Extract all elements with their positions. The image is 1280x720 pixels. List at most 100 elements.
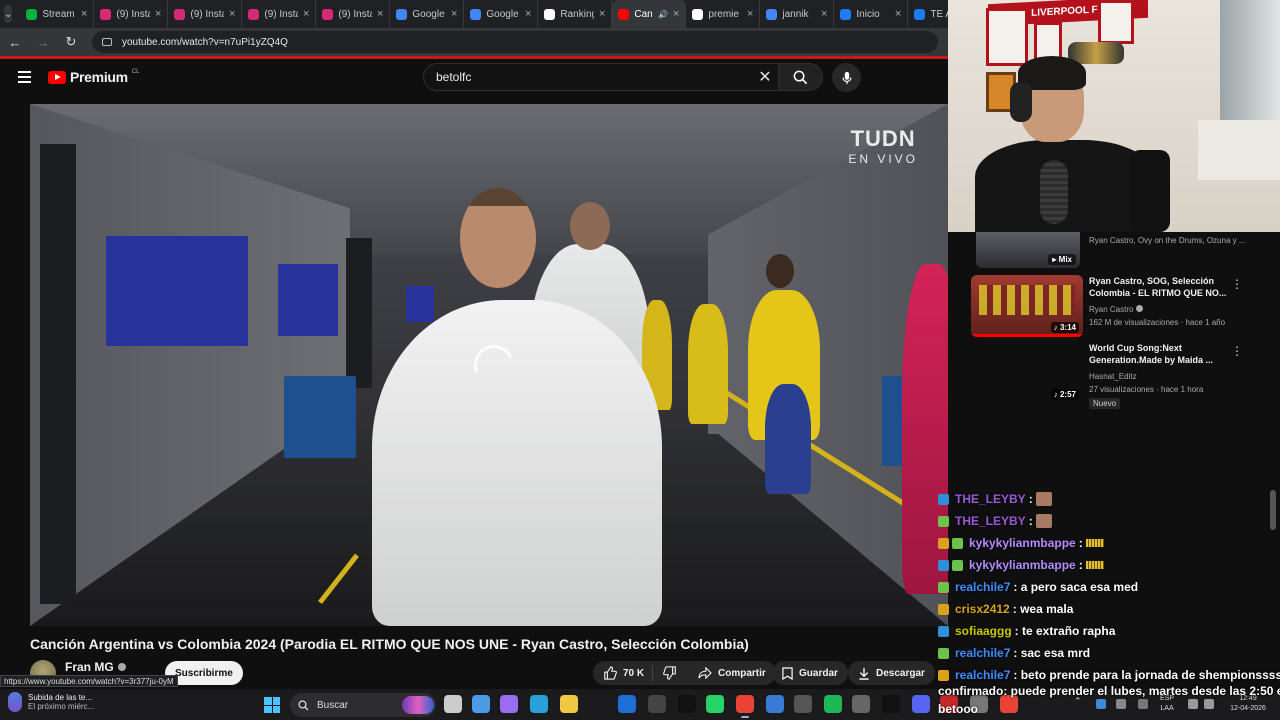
start-menu-icon[interactable] <box>264 697 280 713</box>
browser-tab[interactable]: Google × <box>464 0 539 28</box>
download-button[interactable]: Descargar <box>848 661 935 685</box>
menu-icon[interactable] <box>18 71 31 83</box>
address-bar[interactable]: youtube.com/watch?v=n7uPi1yZQ4Q <box>92 31 938 53</box>
tab-close-icon[interactable]: × <box>229 8 235 20</box>
like-button[interactable]: 70 K <box>593 665 654 681</box>
browser-tab[interactable]: (9) Insta × <box>168 0 243 28</box>
copilot-icon[interactable] <box>500 695 518 713</box>
voice-search-button[interactable] <box>832 63 861 92</box>
more-actions-icon[interactable]: ⋮ <box>1231 277 1243 291</box>
recommendation-item[interactable]: ♪ 3:14 Ryan Castro, SOG, Selección Colom… <box>971 275 1271 339</box>
clear-search-icon[interactable]: ✕ <box>752 67 778 87</box>
browser-tab[interactable]: premie × <box>686 0 761 28</box>
save-button[interactable]: Guardar <box>772 661 848 685</box>
chat-username[interactable]: realchile7 <box>955 580 1010 594</box>
browser-tab[interactable]: Can 🔊 × <box>612 0 687 28</box>
obs-icon[interactable] <box>648 695 666 713</box>
task-view-icon[interactable] <box>444 695 462 713</box>
tab-close-icon[interactable]: × <box>451 8 457 20</box>
video-player[interactable]: TUDN EN VIVO <box>30 104 948 626</box>
video-scene-bin <box>284 376 356 458</box>
tab-close-icon[interactable]: × <box>303 8 309 20</box>
recommendation-title[interactable]: Ryan Castro, SOG, Selección Colombia - E… <box>1089 275 1239 299</box>
browser-tab[interactable]: (9) Insta × <box>242 0 317 28</box>
tray-app-icon[interactable] <box>1096 699 1106 709</box>
new-badge: Nuevo <box>1089 398 1121 409</box>
chat-message-overlay: betooo <box>938 702 978 716</box>
chat-username[interactable]: realchile7 <box>955 646 1010 660</box>
tab-close-icon[interactable]: × <box>81 8 87 20</box>
volume-icon[interactable] <box>1204 699 1214 709</box>
tudn-live-label: EN VIVO <box>848 152 918 166</box>
search-button[interactable] <box>778 64 822 90</box>
chat-username[interactable]: sofiaaggg <box>955 624 1012 638</box>
app-icon[interactable] <box>766 695 784 713</box>
chat-username[interactable]: crisx2412 <box>955 602 1010 616</box>
browser-tab[interactable]: (9) Insta × <box>94 0 169 28</box>
app-icon[interactable] <box>794 695 812 713</box>
chat-scrollbar[interactable] <box>1270 490 1276 530</box>
tab-close-icon[interactable]: × <box>377 8 383 20</box>
microphone-tray-icon[interactable] <box>1138 699 1148 709</box>
taskbar-notification[interactable]: Subida de las te... El próximo miérc... <box>8 692 94 712</box>
tab-audio-icon[interactable]: 🔊 <box>658 10 668 19</box>
recommendation-channel[interactable]: Ryan Castro <box>1089 305 1143 314</box>
chat-username[interactable]: kykykylianmbappe <box>969 536 1076 550</box>
tab-close-icon[interactable]: × <box>155 8 161 20</box>
tiktok-icon[interactable] <box>882 695 900 713</box>
channel-name[interactable]: Fran MG <box>65 660 126 674</box>
chrome-icon[interactable] <box>736 695 754 718</box>
notification-title: Subida de las te... <box>28 693 93 702</box>
whatsapp-icon[interactable] <box>706 695 724 713</box>
tab-close-icon[interactable]: × <box>599 8 605 20</box>
video-scene-door <box>40 144 76 604</box>
recommendation-title[interactable]: World Cup Song:Next Generation.Made by M… <box>1089 342 1239 366</box>
browser-tab-strip: ⌄ Stream × (9) Insta × (9) Insta × (9) Insta ×(… <box>0 0 983 28</box>
chat-username[interactable]: THE_LEYBY <box>955 514 1026 528</box>
chat-username[interactable]: realchile7 <box>955 668 1010 682</box>
widgets-icon[interactable] <box>472 695 490 713</box>
tiktok-icon[interactable] <box>678 695 696 713</box>
edge-icon[interactable] <box>530 695 548 713</box>
tab-close-icon[interactable]: × <box>673 8 679 20</box>
browser-tab[interactable]: Ranking × <box>538 0 613 28</box>
wifi-icon[interactable] <box>1188 699 1198 709</box>
video-thumbnail[interactable]: ♪ 3:14 <box>971 275 1083 337</box>
browser-tab[interactable]: (9) Insta × <box>316 0 391 28</box>
more-actions-icon[interactable]: ⋮ <box>1231 344 1243 358</box>
tray-app-icon[interactable] <box>1116 699 1126 709</box>
recommendation-channel[interactable]: Hasnat_Editz <box>1089 372 1137 381</box>
tab-search-button[interactable]: ⌄ <box>4 5 13 23</box>
browser-tab[interactable]: Inicio × <box>834 0 909 28</box>
tab-close-icon[interactable]: × <box>747 8 753 20</box>
tab-title: Inicio <box>856 8 880 20</box>
app-icon[interactable] <box>852 695 870 713</box>
video-thumbnail[interactable]: ♪ 2:57 <box>971 342 1083 404</box>
share-button[interactable]: Compartir <box>688 661 776 685</box>
spotify-icon[interactable] <box>824 695 842 713</box>
chat-username[interactable]: THE_LEYBY <box>955 492 1026 506</box>
tab-favicon-icon <box>914 8 926 20</box>
youtube-logo[interactable]: Premium CL <box>48 69 139 85</box>
taskbar-search[interactable]: Buscar <box>290 693 436 717</box>
mix-thumbnail[interactable]: ▸ Mix <box>976 232 1080 268</box>
browser-tab[interactable]: Stream × <box>20 0 95 28</box>
download-icon <box>859 667 869 680</box>
reload-button[interactable]: ↻ <box>64 34 78 50</box>
dislike-button[interactable] <box>653 666 687 680</box>
file-explorer-icon[interactable] <box>560 695 578 713</box>
back-button[interactable]: ← <box>8 35 22 50</box>
tab-close-icon[interactable]: × <box>895 8 901 20</box>
forward-button[interactable]: → <box>36 35 50 50</box>
recommendation-item[interactable]: ♪ 2:57 World Cup Song:Next Generation.Ma… <box>971 342 1271 409</box>
browser-tab[interactable]: jannik × <box>760 0 835 28</box>
chat-username[interactable]: kykykylianmbappe <box>969 558 1076 572</box>
tab-close-icon[interactable]: × <box>525 8 531 20</box>
site-info-icon[interactable] <box>102 38 112 46</box>
browser-tab[interactable]: Google × <box>390 0 465 28</box>
discord-icon[interactable] <box>912 695 930 713</box>
thumbs-down-icon <box>663 666 676 680</box>
outlook-icon[interactable] <box>618 695 636 713</box>
search-input[interactable]: betolfc <box>424 70 752 84</box>
tab-close-icon[interactable]: × <box>821 8 827 20</box>
